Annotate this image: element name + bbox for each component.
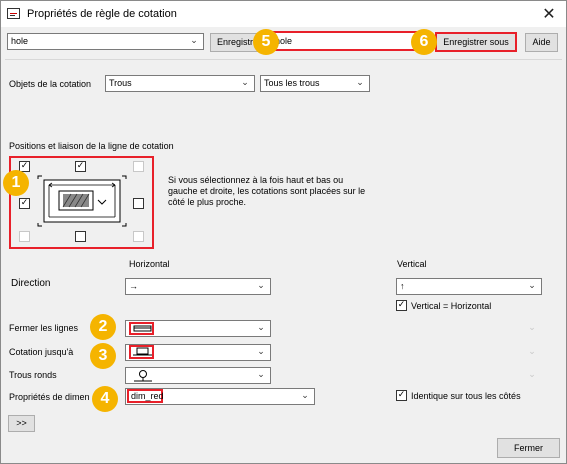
annotation-badge-5: 5	[253, 29, 279, 55]
close-button[interactable]: Fermer	[497, 438, 560, 458]
direction-label: Direction	[11, 278, 51, 289]
objects-label: Objets de la cotation	[9, 79, 92, 89]
vertical-header: Vertical	[397, 259, 427, 269]
chevron-down-icon: ⌄	[257, 370, 265, 380]
dimension-to-label: Cotation jusqu'à	[9, 347, 74, 357]
toolbar-divider	[5, 59, 562, 60]
positions-title: Positions et liaison de la ligne de cota…	[9, 141, 174, 151]
position-middle-left-checkbox[interactable]: ✓	[19, 198, 30, 209]
position-top-center-checkbox[interactable]: ✓	[75, 161, 86, 172]
chevron-down-icon: ⌄	[528, 347, 536, 357]
chevron-down-icon: ⌄	[528, 281, 536, 291]
object-filter-value: Tous les trous	[264, 78, 320, 88]
expand-button[interactable]: >>	[8, 415, 35, 432]
chevron-down-icon: ⌄	[257, 323, 265, 333]
positions-description: Si vous sélectionnez à la fois haut et b…	[168, 175, 366, 207]
horizontal-direction-combo[interactable]: → ⌄	[125, 278, 271, 295]
close-lines-value-highlight	[129, 322, 154, 335]
check-icon: ✓	[397, 300, 406, 310]
rule-selector-value: hole	[11, 36, 29, 46]
title-bar: Propriétés de règle de cotation ✕	[1, 1, 566, 27]
arrow-up-icon: ↑	[400, 281, 405, 291]
vertical-equals-horizontal-label: Vertical = Horizontal	[411, 301, 492, 311]
dimension-properties-value: dim_red	[127, 389, 164, 403]
round-holes-combo[interactable]: ⌄	[125, 367, 271, 384]
position-middle-right-checkbox[interactable]	[133, 198, 144, 209]
save-name-input[interactable]: hole	[270, 31, 417, 51]
annotation-badge-1: 1	[3, 170, 29, 196]
positions-panel: ✓ ✓ ✓	[9, 156, 154, 249]
vertical-direction-combo[interactable]: ↑ ⌄	[396, 278, 542, 295]
horizontal-header: Horizontal	[129, 259, 170, 269]
round-hole-icon	[134, 370, 152, 382]
chevron-down-icon: ⌄	[257, 281, 265, 291]
close-lines-label: Fermer les lignes	[9, 323, 79, 333]
round-holes-vertical-combo[interactable]: ⌄	[396, 367, 542, 384]
dimension-to-value-highlight	[129, 345, 154, 359]
dimension-rule-properties-dialog: Propriétés de règle de cotation ✕ hole ⌄…	[0, 0, 567, 464]
check-icon: ✓	[20, 198, 29, 208]
rule-selector-combo[interactable]: hole ⌄	[7, 33, 204, 50]
chevron-down-icon: ⌄	[301, 391, 309, 401]
round-holes-label: Trous ronds	[9, 370, 57, 380]
dimension-layout-preview	[37, 175, 127, 227]
same-all-sides-label: Identique sur tous les côtés	[411, 391, 521, 401]
position-bottom-right-checkbox[interactable]	[133, 231, 144, 242]
close-lines-combo[interactable]: ⌄	[125, 320, 271, 337]
close-window-icon[interactable]: ✕	[539, 4, 559, 24]
check-icon: ✓	[20, 161, 29, 171]
help-button[interactable]: Aide	[525, 33, 558, 52]
window-title: Propriétés de règle de cotation	[27, 8, 177, 20]
arrow-right-icon: →	[129, 281, 138, 291]
annotation-badge-3: 3	[90, 343, 116, 369]
chevron-down-icon: ⌄	[528, 370, 536, 380]
check-icon: ✓	[76, 161, 85, 171]
object-type-combo[interactable]: Trous ⌄	[105, 75, 255, 92]
closed-line-icon	[133, 325, 152, 332]
position-bottom-left-checkbox[interactable]	[19, 231, 30, 242]
close-lines-vertical-combo[interactable]: ⌄	[396, 320, 542, 337]
annotation-badge-4: 4	[92, 386, 118, 412]
app-icon	[7, 8, 20, 19]
position-bottom-center-checkbox[interactable]	[75, 231, 86, 242]
chevron-down-icon: ⌄	[241, 78, 249, 88]
save-as-button[interactable]: Enregistrer sous	[435, 32, 517, 52]
chevron-down-icon: ⌄	[528, 323, 536, 333]
chevron-down-icon: ⌄	[257, 347, 265, 357]
object-filter-combo[interactable]: Tous les trous ⌄	[260, 75, 370, 92]
dimension-to-icon	[133, 347, 152, 356]
object-type-value: Trous	[109, 78, 132, 88]
same-all-sides-checkbox[interactable]: ✓	[396, 390, 407, 401]
vertical-equals-horizontal-checkbox[interactable]: ✓	[396, 300, 407, 311]
check-icon: ✓	[397, 390, 406, 400]
annotation-badge-6: 6	[411, 29, 437, 55]
annotation-badge-2: 2	[90, 314, 116, 340]
chevron-down-icon: ⌄	[190, 36, 198, 46]
position-top-right-checkbox[interactable]	[133, 161, 144, 172]
dimension-to-vertical-combo[interactable]: ⌄	[396, 344, 542, 361]
chevron-down-icon: ⌄	[356, 78, 364, 88]
dimension-to-combo[interactable]: ⌄	[125, 344, 271, 361]
dimension-properties-combo[interactable]: dim_red ⌄	[125, 388, 315, 405]
